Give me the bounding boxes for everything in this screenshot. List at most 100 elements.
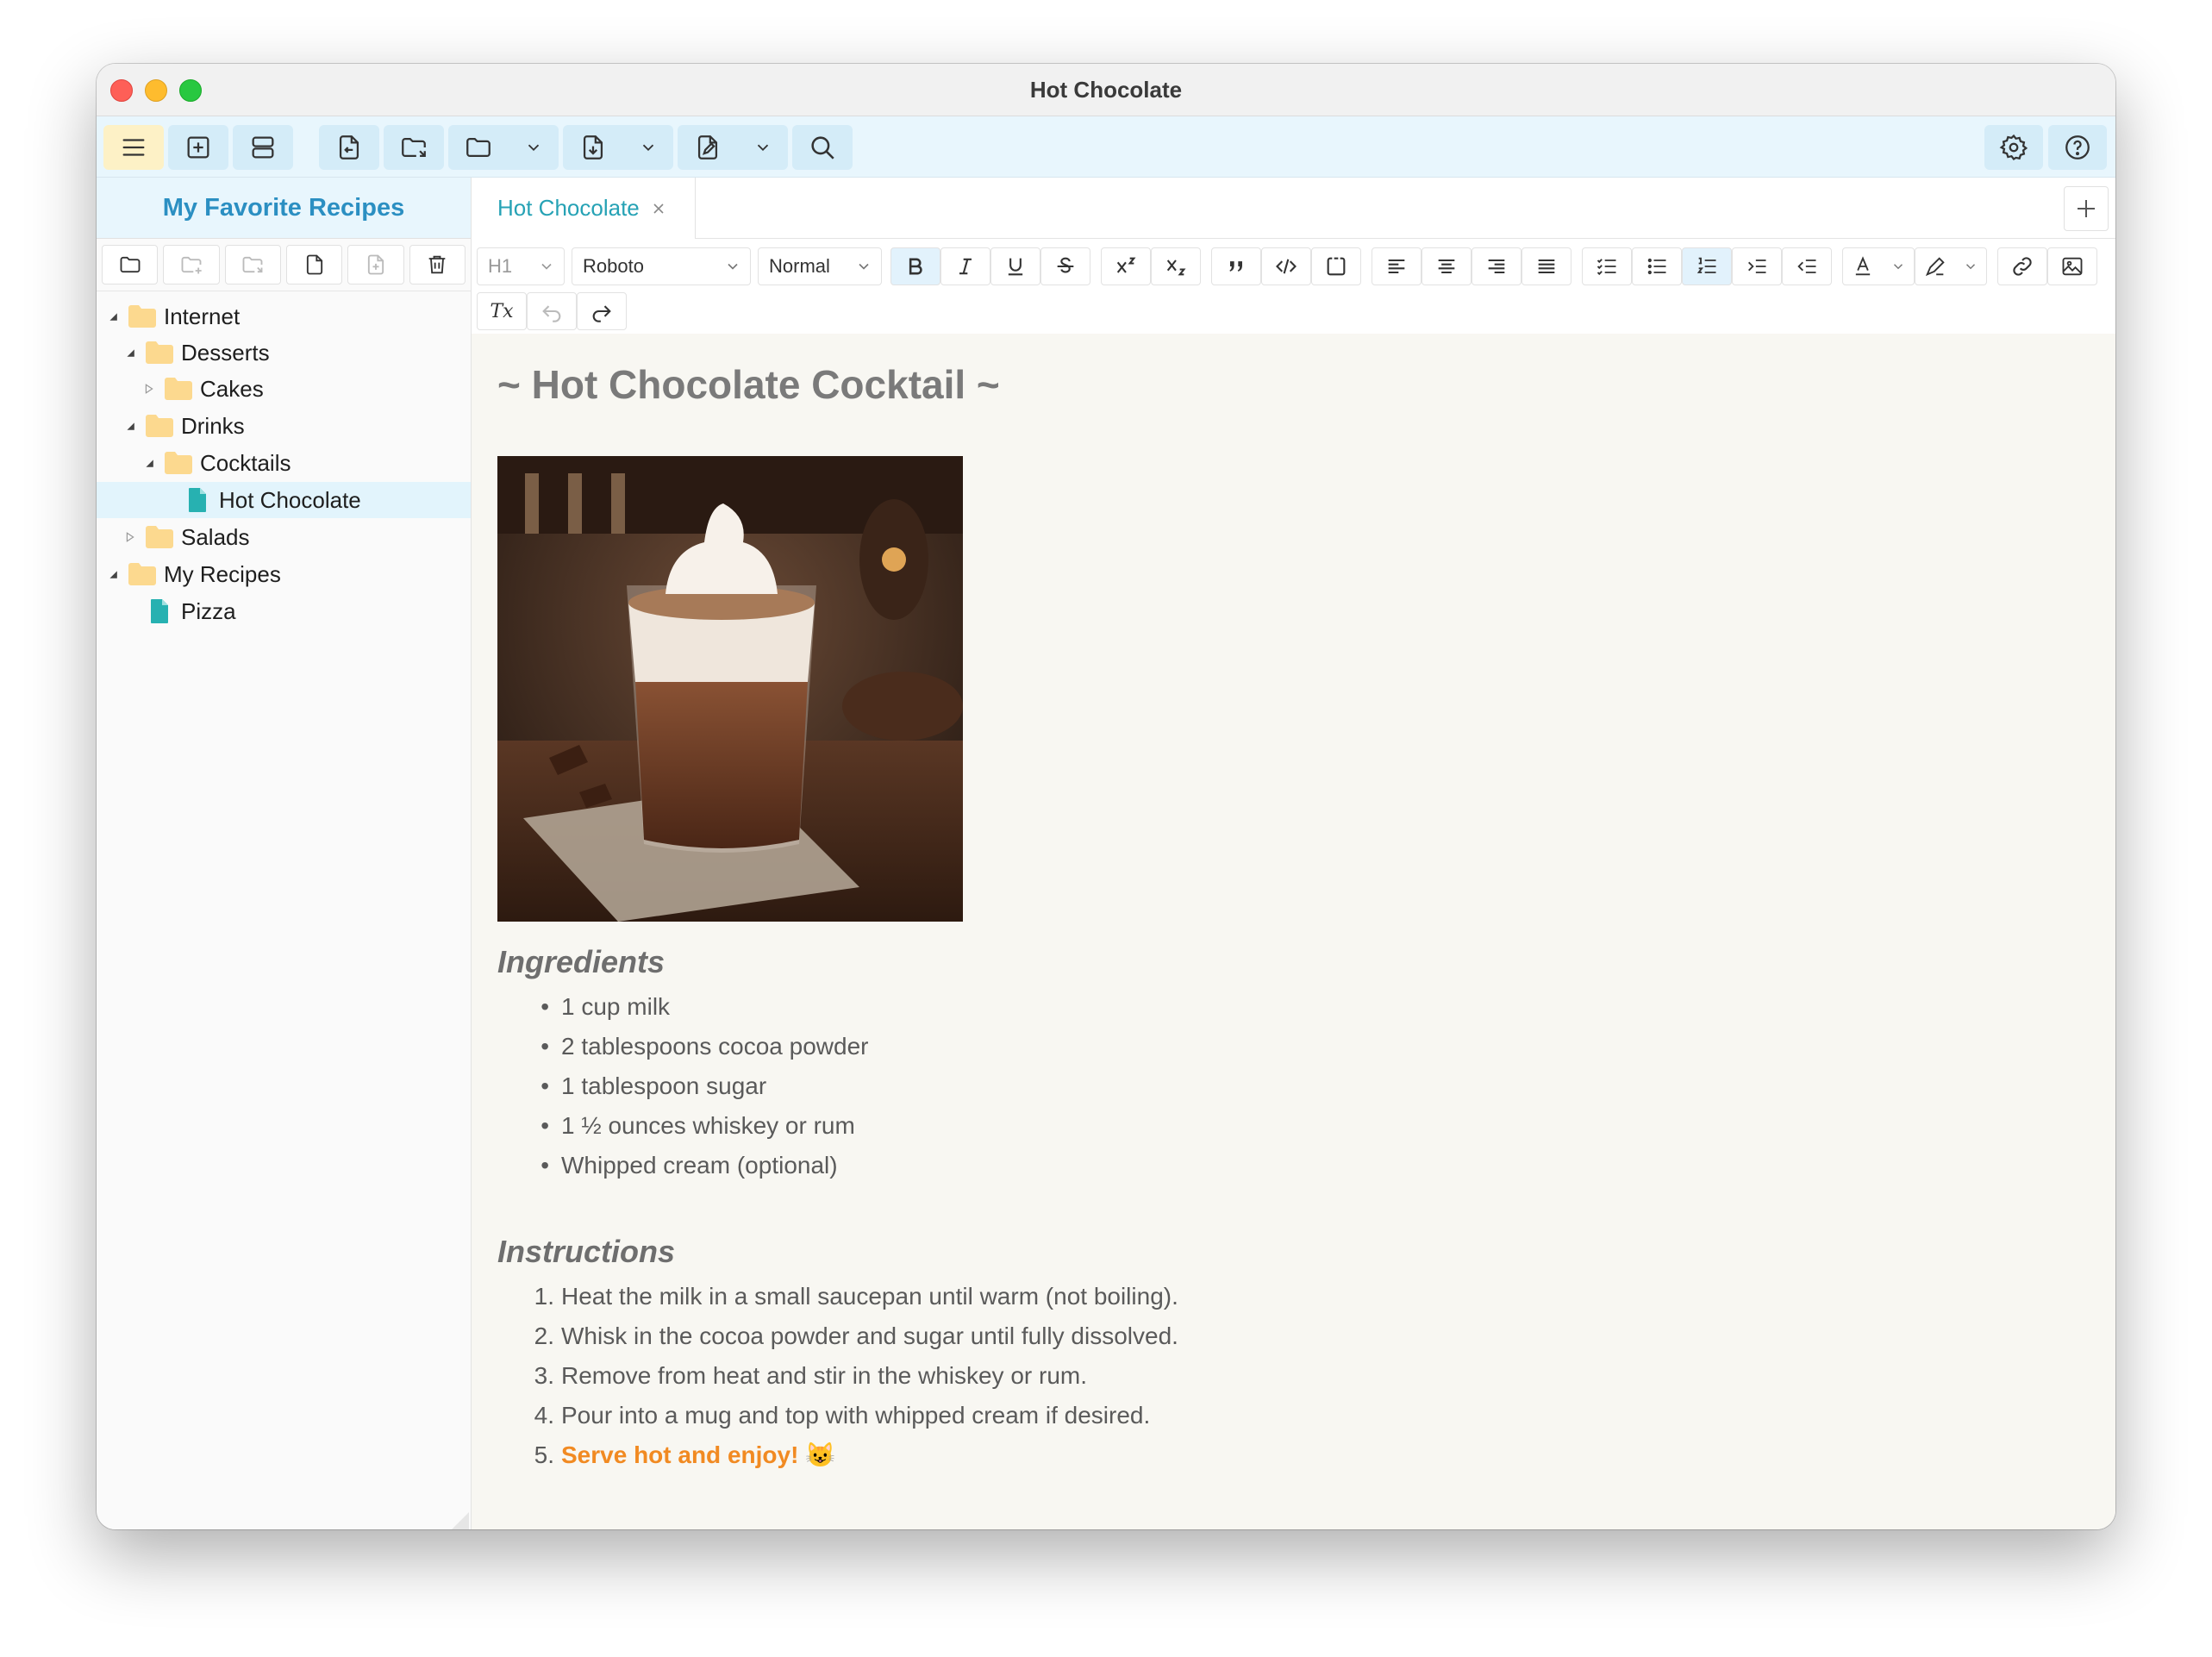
add-subfolder-button[interactable] [163,245,220,285]
folder-icon [120,256,141,273]
rows-icon [252,136,274,159]
list-item: • 2 tablespoons cocoa powder [541,1033,869,1060]
checklist-button[interactable] [1582,247,1632,285]
font-select[interactable]: Roboto [572,247,751,285]
blockquote-button[interactable] [1211,247,1261,285]
italic-icon [959,258,972,275]
clear-format-button[interactable]: Tx [477,292,527,330]
expanded-arrow-icon[interactable] [121,343,140,362]
highlight-color-dropdown[interactable] [1915,247,1987,285]
align-justify-button[interactable] [1522,247,1572,285]
subscript-button[interactable] [1151,247,1201,285]
collapsed-arrow-icon[interactable] [140,379,159,398]
text-color-icon [1855,256,1871,276]
code-button[interactable] [1261,247,1311,285]
text-color-dropdown[interactable] [1842,247,1915,285]
chevron-down-icon [528,144,540,152]
tree-item-cocktails[interactable]: Cocktails [97,445,471,481]
trash-icon [428,255,446,274]
cat-emoji: 😺 [805,1441,836,1468]
italic-button[interactable] [940,247,990,285]
underline-icon [1008,258,1023,276]
instructions-list: 1. Heat the milk in a small saucepan unti… [497,1277,1178,1475]
bullet-list-button[interactable] [1632,247,1682,285]
tree-item-desserts[interactable]: Desserts [97,335,471,371]
move-folder-button[interactable] [224,245,281,285]
new-note-button[interactable] [168,125,228,170]
folder-icon [145,524,174,550]
new-tab-button[interactable] [2064,186,2109,231]
tree-item-cakes[interactable]: Cakes [97,371,471,407]
window-title: Hot Chocolate [1029,77,1183,103]
outdent-button[interactable] [1782,247,1832,285]
tree-item-hot-chocolate[interactable]: Hot Chocolate [97,482,471,518]
undo-button[interactable] [527,292,577,330]
new-folder-button[interactable] [102,245,159,285]
insert-image-button[interactable] [2047,247,2097,285]
strikethrough-button[interactable] [1040,247,1090,285]
tree-item-pizza[interactable]: Pizza [97,593,471,629]
list-item: 3. Remove from heat and stir in the whisk… [534,1362,1088,1389]
code-block-button[interactable] [1311,247,1361,285]
expanded-arrow-icon[interactable] [103,307,122,326]
collapsed-arrow-icon[interactable] [121,528,140,547]
redo-button[interactable] [577,292,627,330]
delete-button[interactable] [409,245,466,285]
expanded-arrow-icon[interactable] [103,565,122,584]
indent-button[interactable] [1732,247,1782,285]
align-left-button[interactable] [1372,247,1422,285]
align-left-icon [1388,259,1405,274]
link-button[interactable] [1997,247,2047,285]
search-button[interactable] [792,125,853,170]
chevron-down-icon [1893,264,1903,270]
tree-item-salads[interactable]: Salads [97,519,471,555]
tree-item-label: Salads [181,523,250,550]
indent-icon [1748,259,1766,273]
editor-area: Hot Chocolate H1 Roboto Normal Tx ~ Hot … [472,178,2115,1529]
chevron-down-icon [642,144,654,152]
tree-item-drinks[interactable]: Drinks [97,408,471,444]
main-toolbar [97,116,2115,178]
notebook-title[interactable]: My Favorite Recipes [97,178,471,239]
size-select[interactable]: Normal [758,247,882,285]
heading-select[interactable]: H1 [477,247,565,285]
redo-icon [592,305,611,322]
highlighter-icon [1925,257,1945,277]
chevron-down-icon [859,263,869,270]
import-button[interactable] [319,125,379,170]
settings-button[interactable] [1984,125,2043,170]
edit-dropdown[interactable] [678,125,788,170]
file-import-icon [339,135,359,159]
ingredients-heading: Ingredients [497,944,665,979]
numbered-list-icon [1696,257,1716,273]
align-right-button[interactable] [1472,247,1522,285]
toggle-sidebar-button[interactable] [103,125,164,170]
folder-icon [145,340,174,366]
subscript-icon [1166,259,1186,276]
help-button[interactable] [2048,125,2107,170]
open-folder-dropdown[interactable] [448,125,559,170]
add-square-icon [187,136,209,159]
tab-hot-chocolate[interactable]: Hot Chocolate [472,178,696,239]
list-item: • 1 tablespoon sugar [541,1072,767,1099]
document-editor[interactable]: ~ Hot Chocolate Cocktail ~ Ingredients •… [472,334,2115,1529]
align-justify-icon [1538,259,1555,274]
expanded-arrow-icon[interactable] [121,416,140,435]
tree-item-my-recipes[interactable]: My Recipes [97,556,471,592]
resize-grip-icon[interactable] [452,1512,469,1529]
duplicate-file-button[interactable] [347,245,404,285]
bold-button[interactable] [890,247,940,285]
font-value: Roboto [583,255,644,277]
export-folder-button[interactable] [384,125,444,170]
undo-icon [542,305,561,322]
new-file-button[interactable] [285,245,343,285]
align-center-button[interactable] [1422,247,1472,285]
expanded-arrow-icon[interactable] [140,453,159,472]
close-tab-icon[interactable] [650,200,667,217]
underline-button[interactable] [990,247,1040,285]
numbered-list-button[interactable] [1682,247,1732,285]
tree-item-internet[interactable]: Internet [97,298,471,335]
superscript-button[interactable] [1101,247,1151,285]
save-dropdown[interactable] [563,125,673,170]
layout-button[interactable] [233,125,293,170]
